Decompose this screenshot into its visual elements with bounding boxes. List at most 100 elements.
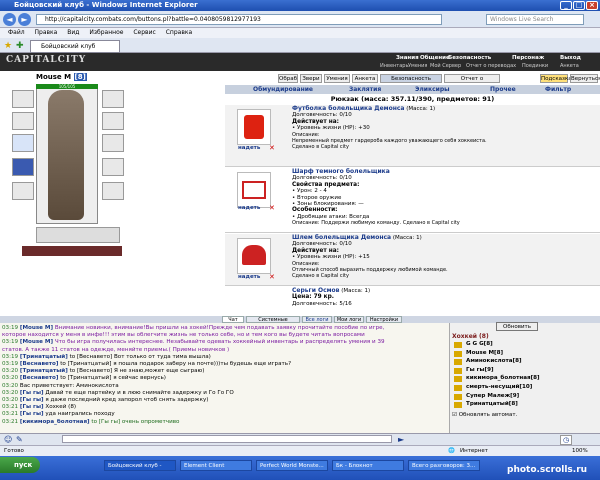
taskbar-item[interactable]: Element Client: [180, 460, 252, 471]
forward-arrow-icon[interactable]: ►: [18, 13, 31, 26]
menu-tools[interactable]: Сервис: [133, 29, 155, 36]
nav-knowledge[interactable]: Знания: [396, 55, 419, 61]
menu-help[interactable]: Справка: [166, 29, 192, 36]
tab-settings[interactable]: Настройки: [366, 316, 402, 323]
chat-time: 03:21: [2, 418, 19, 425]
chat-user[interactable]: [Mouse M]: [20, 339, 53, 345]
menu-edit[interactable]: Правка: [35, 29, 58, 36]
item-image: [237, 238, 271, 274]
address-bar[interactable]: http://capitalcity.combats.com/buttons.p…: [36, 14, 442, 25]
wear-button[interactable]: надеть: [238, 205, 260, 211]
chat-user[interactable]: [Веснавето]: [20, 361, 59, 367]
menu-file[interactable]: Файл: [8, 29, 25, 36]
tab-obrab[interactable]: Обраб: [278, 74, 298, 83]
chat-user[interactable]: [Гы гы]: [20, 397, 44, 403]
cat-equipment[interactable]: Обмундирование: [253, 85, 313, 94]
delete-icon[interactable]: ✕: [269, 204, 275, 212]
cat-spells[interactable]: Заклятия: [349, 85, 381, 94]
tab-skills[interactable]: Умения: [324, 74, 350, 83]
delete-icon[interactable]: ✕: [269, 144, 275, 152]
chat-user[interactable]: [Гы гы]: [20, 411, 44, 417]
sub-profile[interactable]: Анкета: [560, 63, 579, 69]
online-user[interactable]: Супер Малеж[9]: [466, 393, 519, 399]
taskbar-item[interactable]: Всего разговоров: 3...: [408, 460, 480, 471]
chat-user[interactable]: [Mouse M]: [20, 325, 53, 331]
back-arrow-icon[interactable]: ◄: [3, 13, 16, 26]
clan-icon: [454, 385, 462, 391]
browser-tab[interactable]: Бойцовский клуб: [30, 40, 120, 53]
sub-skills[interactable]: Умения: [408, 63, 427, 69]
tab-back[interactable]: Вернуться: [570, 74, 600, 83]
sub-inventory[interactable]: Инвентарь: [380, 63, 408, 69]
boots-slot[interactable]: [102, 182, 124, 200]
start-button[interactable]: пуск: [0, 457, 40, 473]
chat-user[interactable]: [кикимора_болотная]: [20, 419, 90, 425]
tab-system[interactable]: Системные сообщения: [246, 316, 300, 330]
chat-user[interactable]: [Тринатцатый]: [20, 368, 68, 374]
sub-server[interactable]: Мой Сервер: [430, 63, 461, 69]
nav-exit[interactable]: Выход: [560, 55, 581, 61]
earring-slot[interactable]: [102, 90, 124, 108]
tab-hint[interactable]: Подсказка: [540, 74, 572, 83]
pet-slot[interactable]: [102, 158, 124, 176]
delete-icon[interactable]: ✕: [269, 273, 275, 281]
menu-favorites[interactable]: Избранное: [89, 29, 123, 36]
watermark: photo.scrolls.ru: [507, 465, 588, 475]
tab-beasts[interactable]: Звери: [300, 74, 322, 83]
quick-slots[interactable]: [36, 227, 120, 243]
belt-slot[interactable]: [12, 182, 34, 200]
gloves-slot[interactable]: [102, 112, 124, 130]
add-favorite-icon[interactable]: ✚: [16, 41, 24, 51]
online-user[interactable]: кикимора_болотная[8]: [466, 375, 540, 381]
armor-slot[interactable]: [12, 158, 34, 176]
online-user[interactable]: G G G[8]: [466, 341, 493, 347]
chat-message: Вас приветствует: Аминокислота: [19, 382, 119, 389]
favorites-star-icon[interactable]: ★: [4, 41, 12, 51]
maximize-button[interactable]: □: [573, 1, 585, 10]
taskbar-item[interactable]: Бк - Блокнот: [332, 460, 404, 471]
chat-user[interactable]: [Веснавето]: [20, 375, 59, 381]
sub-transfers[interactable]: Отчет о переводах: [466, 63, 516, 69]
chat-user[interactable]: [Гы гы]: [20, 390, 44, 396]
shield-slot[interactable]: [102, 134, 124, 152]
online-user[interactable]: Гы гы[9]: [466, 367, 494, 373]
nav-character[interactable]: Персонаж: [512, 55, 544, 61]
auto-refresh[interactable]: ☑ Обновлять автомат.: [452, 412, 517, 418]
online-user[interactable]: Тринатцатый[8]: [466, 401, 518, 407]
tab-transfers[interactable]: Отчет о переводах: [444, 74, 500, 90]
menu-view[interactable]: Вид: [67, 29, 79, 36]
online-user[interactable]: Аминокислота[8]: [466, 358, 522, 364]
sub-fights[interactable]: Поединки: [522, 63, 548, 69]
cat-elixirs[interactable]: Эликсиры: [415, 85, 450, 94]
amulet-slot[interactable]: [12, 112, 34, 130]
minimize-button[interactable]: _: [560, 1, 572, 10]
chat-user[interactable]: [Гы гы]: [20, 404, 44, 410]
weapon-slot[interactable]: [12, 134, 34, 152]
refresh-button[interactable]: Обновить: [496, 322, 538, 331]
send-icon[interactable]: ►: [398, 435, 404, 444]
tab-my-logs[interactable]: Мои логи: [334, 316, 364, 323]
helmet-slot[interactable]: [12, 90, 34, 108]
nav-security[interactable]: Безопасность: [448, 55, 491, 61]
online-user[interactable]: смерть-несущий[10]: [466, 384, 532, 390]
taskbar-item[interactable]: Бойцовский клуб -: [104, 460, 176, 471]
tab-security[interactable]: Безопасность: [380, 74, 442, 83]
tab-chat[interactable]: Чат: [222, 316, 244, 323]
tab-profile[interactable]: Анкета: [352, 74, 378, 83]
clear-icon[interactable]: ✎: [16, 435, 23, 444]
chat-user[interactable]: [Тринатцатый]: [20, 354, 68, 360]
online-user[interactable]: Mouse M[8]: [466, 350, 503, 356]
chat-input[interactable]: [62, 435, 392, 443]
cat-other[interactable]: Прочее: [490, 85, 516, 94]
taskbar-item[interactable]: Perfect World Monste...: [256, 460, 328, 471]
tab-all-logs[interactable]: Все логи: [302, 316, 332, 323]
nav-communication[interactable]: Общение: [420, 55, 450, 61]
search-input[interactable]: Windows Live Search: [486, 14, 584, 25]
smiley-icon[interactable]: ☺: [4, 435, 12, 444]
cat-filter[interactable]: Фильтр: [545, 85, 571, 94]
item-details: Футболка болельщика Демонса (Масса: 1) Д…: [292, 105, 487, 151]
wear-button[interactable]: надеть: [238, 145, 260, 151]
rune-slots[interactable]: [22, 246, 122, 256]
close-button[interactable]: ×: [586, 1, 598, 10]
wear-button[interactable]: надеть: [238, 274, 260, 280]
